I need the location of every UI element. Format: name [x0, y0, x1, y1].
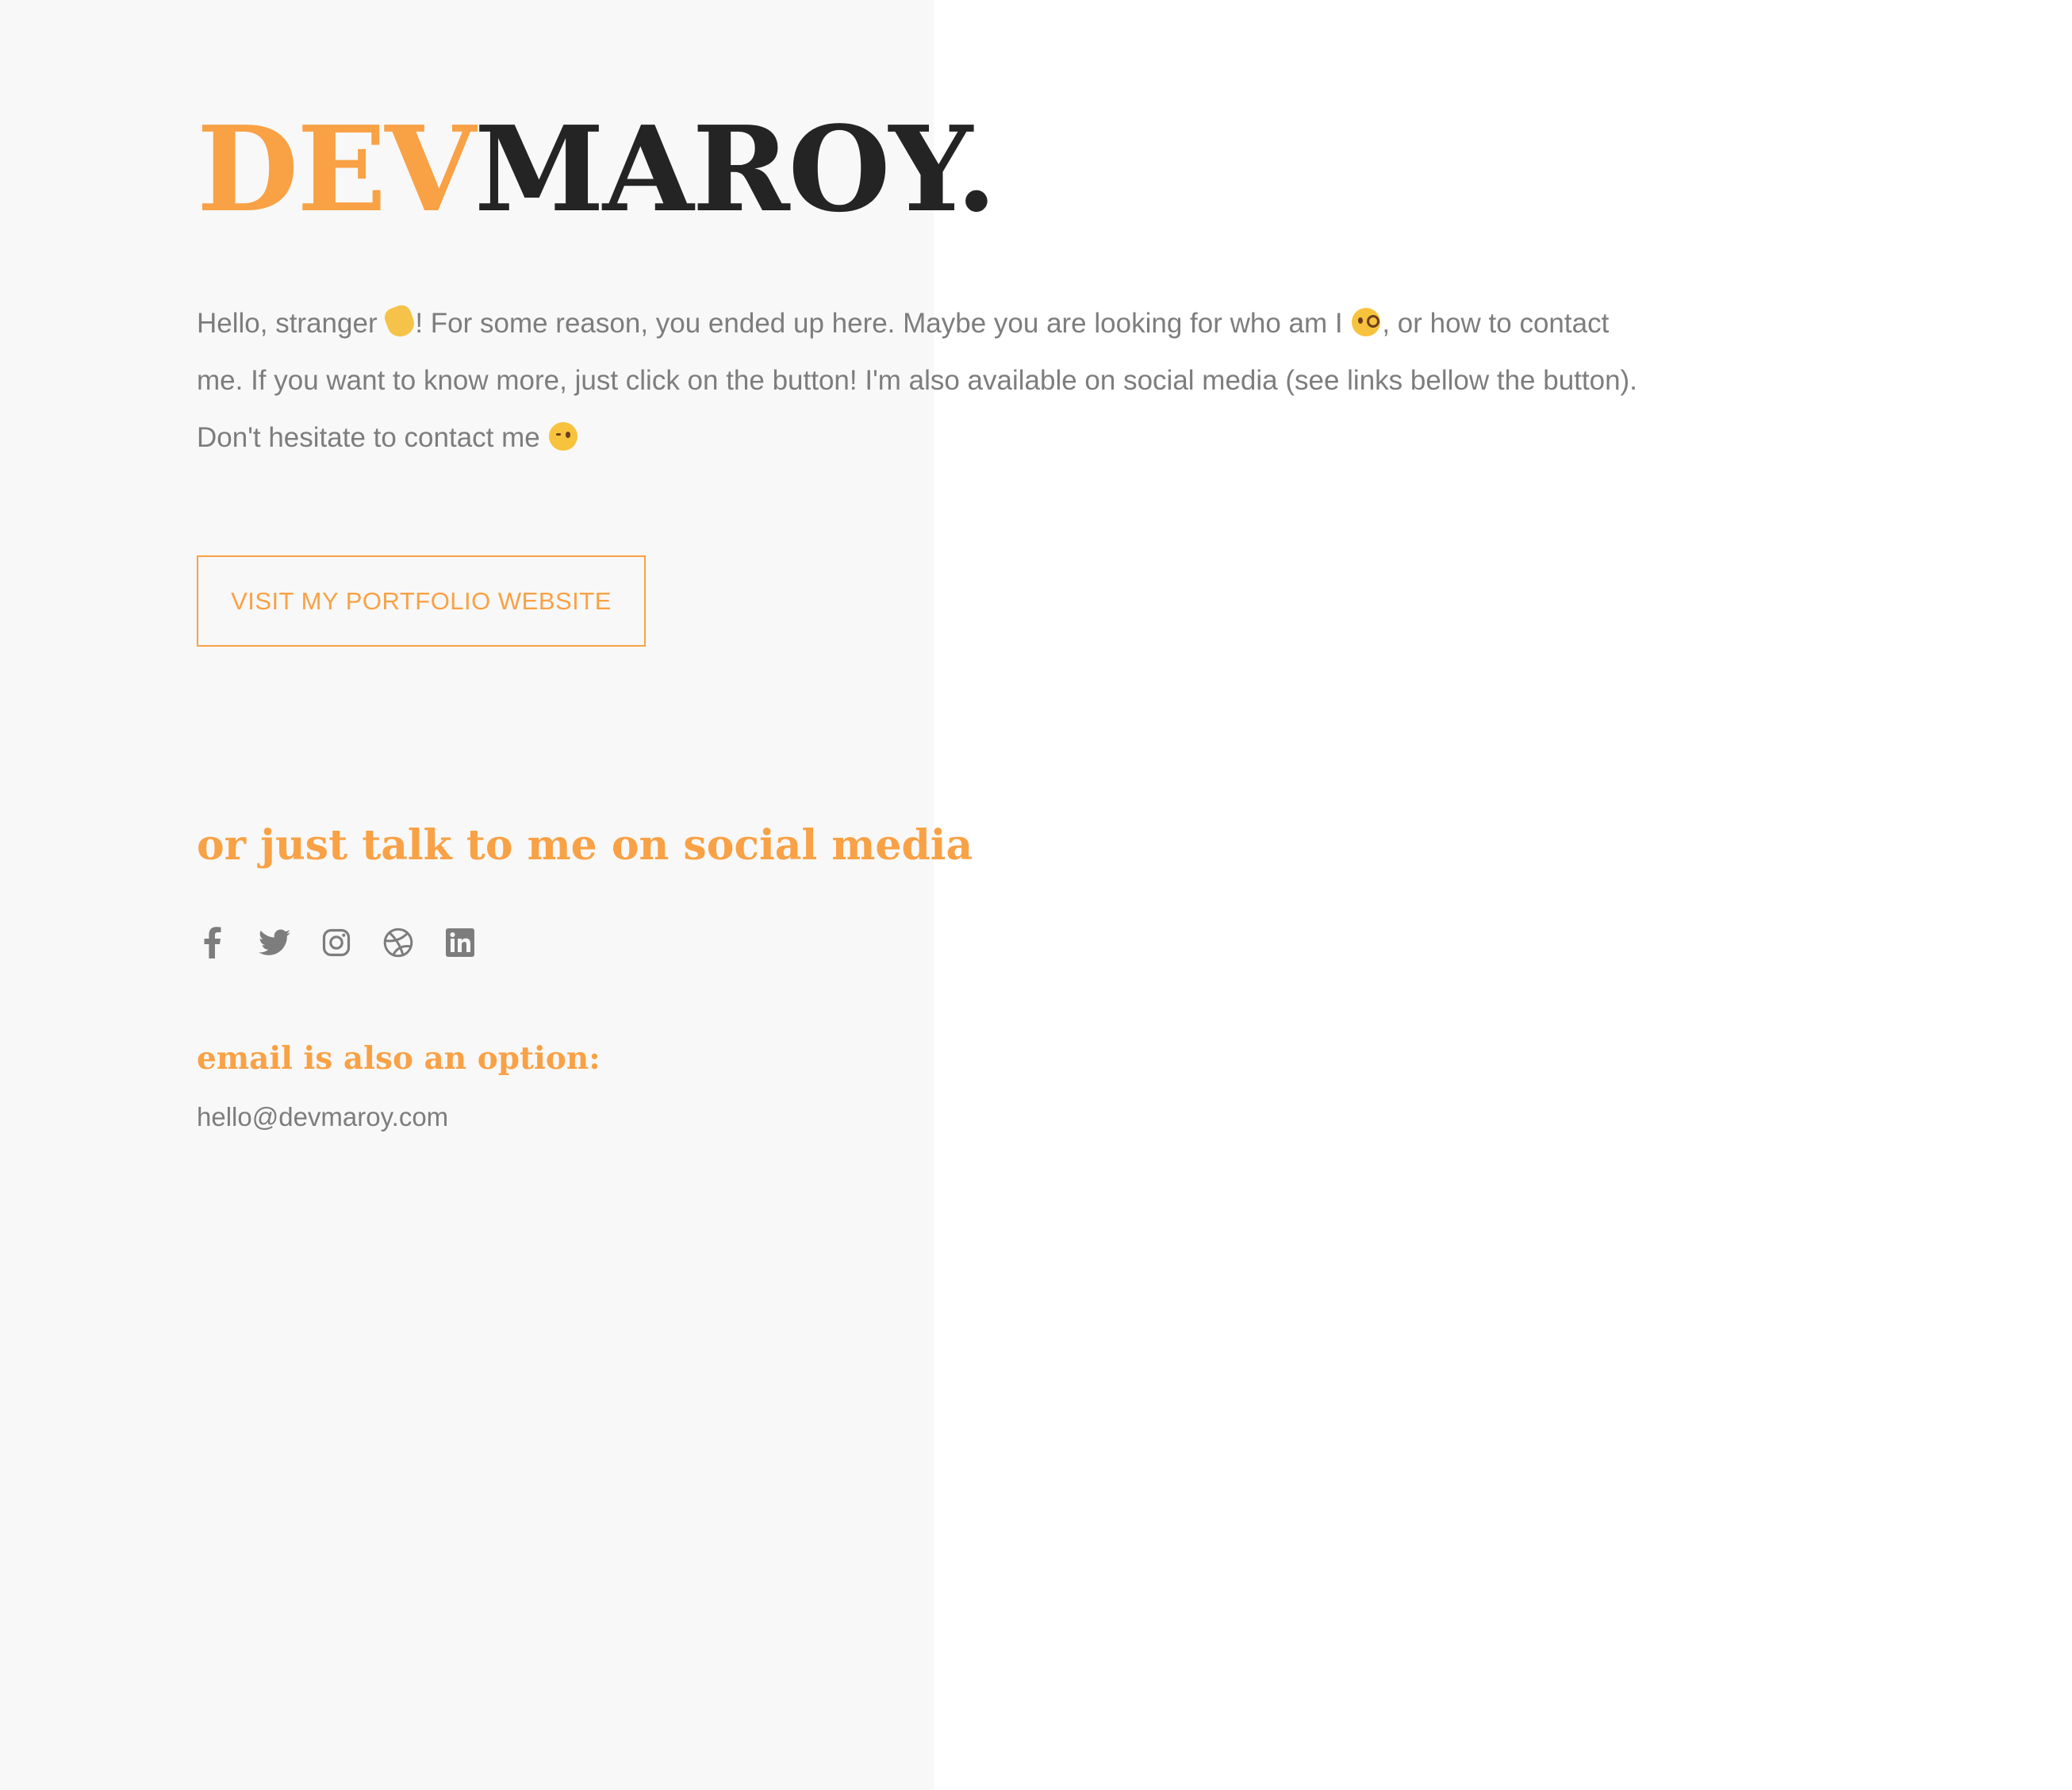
- logo-main: MAROY.: [474, 100, 997, 238]
- site-logo: DEVMAROY.: [197, 100, 997, 238]
- intro-text-1: Hello, stranger: [197, 308, 386, 339]
- twitter-icon[interactable]: [259, 925, 290, 960]
- logo-accent: DEV: [197, 100, 476, 238]
- social-heading: or just talk to me on social media: [197, 821, 973, 870]
- linkedin-icon[interactable]: [444, 925, 476, 960]
- email-address-link[interactable]: hello@devmaroy.com: [197, 1098, 448, 1136]
- page: DEVMAROY. Hello, stranger ! For some rea…: [0, 0, 2072, 1790]
- waving-hand-emoji-icon: [382, 302, 418, 340]
- left-panel-background: [0, 0, 934, 1790]
- instagram-icon[interactable]: [320, 925, 352, 960]
- dribbble-icon[interactable]: [382, 925, 414, 960]
- facebook-icon[interactable]: [197, 925, 228, 960]
- social-icons: [197, 925, 476, 960]
- email-heading: email is also an option:: [197, 1040, 600, 1077]
- winking-face-emoji-icon: [549, 422, 578, 451]
- visit-portfolio-button[interactable]: VISIT MY PORTFOLIO WEBSITE: [197, 555, 646, 647]
- intro-paragraph: Hello, stranger ! For some reason, you e…: [197, 295, 1640, 467]
- intro-text-2: ! For some reason, you ended up here. Ma…: [415, 308, 1351, 339]
- face-with-monocle-emoji-icon: [1352, 308, 1381, 336]
